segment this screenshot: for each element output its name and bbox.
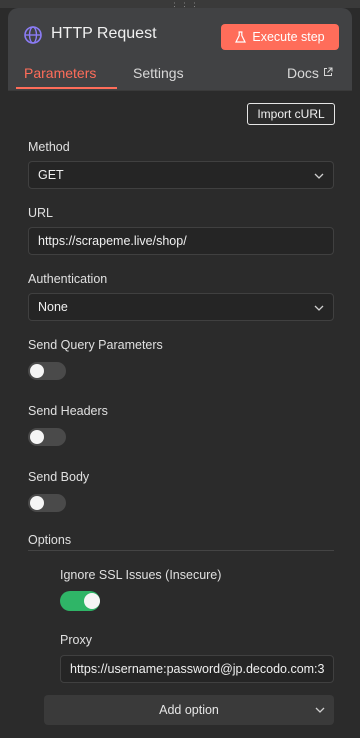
options-label: Options <box>28 533 72 547</box>
send-body-toggle[interactable] <box>28 494 66 512</box>
proxy-value: https://username:password@jp.decodo.com:… <box>70 662 325 676</box>
send-headers-toggle[interactable] <box>28 428 66 446</box>
tab-parameters[interactable]: Parameters <box>24 65 96 81</box>
proxy-input[interactable]: https://username:password@jp.decodo.com:… <box>60 655 334 683</box>
url-input[interactable]: https://scrapeme.live/shop/ <box>28 227 334 255</box>
import-curl-button[interactable]: Import cURL <box>247 103 335 125</box>
proxy-label: Proxy <box>60 633 92 647</box>
authentication-label: Authentication <box>28 272 108 286</box>
execute-step-label: Execute step <box>252 30 325 44</box>
docs-label: Docs <box>287 65 319 81</box>
chevron-down-icon <box>314 305 324 311</box>
add-option-label: Add option <box>159 703 219 717</box>
method-value: GET <box>38 168 64 182</box>
toggle-knob <box>30 430 44 444</box>
add-option-select[interactable]: Add option <box>44 695 334 725</box>
method-label: Method <box>28 140 70 154</box>
url-value: https://scrapeme.live/shop/ <box>38 234 187 248</box>
flask-icon <box>235 31 247 43</box>
send-body-label: Send Body <box>28 470 90 484</box>
toggle-knob <box>30 364 44 378</box>
send-query-label: Send Query Parameters <box>28 338 163 352</box>
tab-docs[interactable]: Docs <box>287 65 333 81</box>
execute-step-button[interactable]: Execute step <box>221 24 339 50</box>
globe-icon <box>24 26 42 44</box>
ignore-ssl-label: Ignore SSL Issues (Insecure) <box>60 568 222 582</box>
node-title: HTTP Request <box>51 25 157 42</box>
method-select[interactable]: GET <box>28 161 334 189</box>
chevron-down-icon <box>314 173 324 179</box>
authentication-select[interactable]: None <box>28 293 334 321</box>
toggle-knob <box>30 496 44 510</box>
authentication-value: None <box>38 300 68 314</box>
send-query-toggle[interactable] <box>28 362 66 380</box>
ignore-ssl-toggle[interactable] <box>60 591 100 611</box>
url-label: URL <box>28 206 54 220</box>
tab-bar: Parameters Settings Docs <box>8 60 352 91</box>
external-link-icon <box>323 67 333 76</box>
tab-settings[interactable]: Settings <box>133 65 184 81</box>
parameters-content: Import cURL Method GET URL https://scrap… <box>8 90 352 738</box>
send-headers-label: Send Headers <box>28 404 108 418</box>
panel-header: HTTP Request Execute step <box>8 8 352 66</box>
chevron-down-icon <box>315 707 325 713</box>
active-tab-indicator <box>16 87 117 89</box>
toggle-knob <box>84 593 100 609</box>
options-divider <box>28 550 334 551</box>
